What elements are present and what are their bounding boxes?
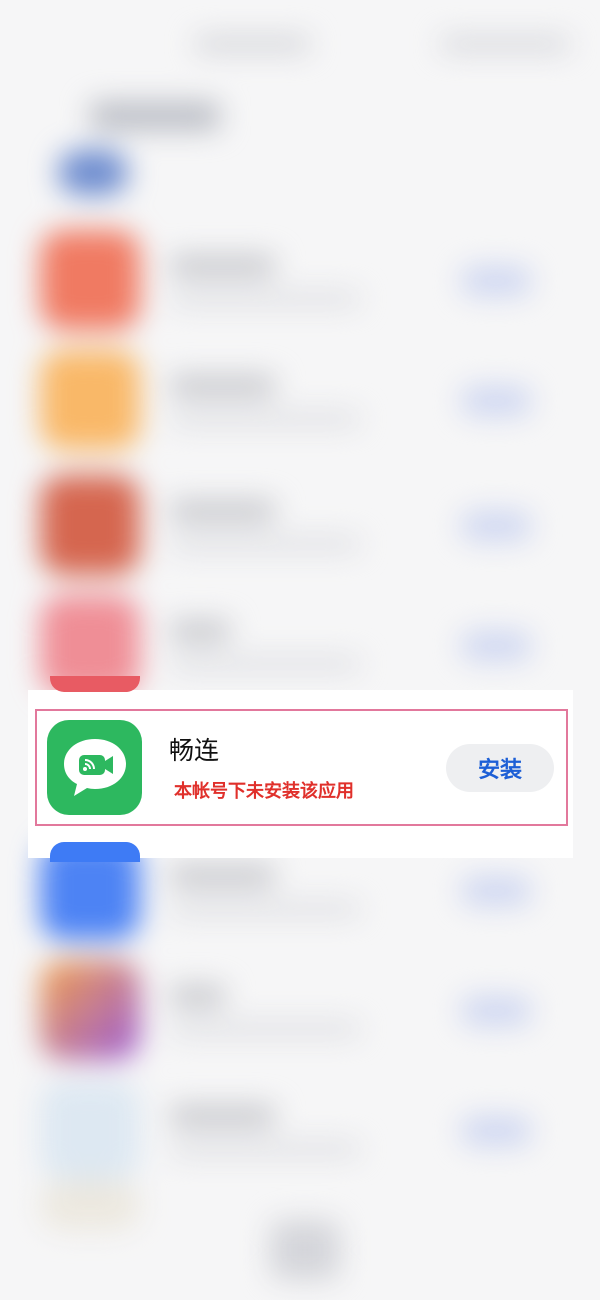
blurred-install-button (460, 511, 532, 541)
blurred-app-desc (170, 292, 360, 306)
blurred-list-item (0, 475, 600, 585)
app-list-screen: 畅连 本帐号下未安装该应用 安装 (0, 0, 600, 1300)
blurred-app-desc (170, 537, 360, 551)
blurred-install-button (460, 876, 532, 906)
blurred-top-tab (440, 36, 570, 52)
blurred-list-item (0, 1080, 600, 1190)
blurred-app-name (170, 621, 230, 641)
blurred-app-icon (40, 1180, 140, 1230)
blurred-app-icon (40, 475, 140, 575)
blurred-app-icon (40, 960, 140, 1060)
blurred-list-item (0, 350, 600, 460)
app-name: 畅连 (169, 736, 220, 765)
blurred-app-name (170, 256, 275, 276)
blurred-app-name (170, 866, 275, 886)
blurred-background (0, 0, 600, 1300)
blurred-install-button (460, 1116, 532, 1146)
blurred-list-item (0, 960, 600, 1070)
blurred-app-name (170, 986, 225, 1006)
blurred-app-icon (58, 150, 128, 195)
blurred-install-button (460, 631, 532, 661)
blurred-app-name (170, 376, 275, 396)
blurred-top-tab (195, 36, 310, 52)
blurred-app-desc (170, 412, 360, 426)
blurred-list-item (0, 230, 600, 340)
install-button[interactable]: 安装 (446, 744, 554, 792)
blurred-app-desc (170, 1142, 360, 1156)
blurred-install-button (460, 266, 532, 296)
blurred-install-button (460, 996, 532, 1026)
blurred-app-desc (170, 1022, 360, 1036)
blurred-bottom-control (270, 1220, 340, 1280)
blurred-app-icon (40, 1080, 140, 1180)
blurred-app-icon (40, 230, 140, 330)
blurred-app-desc (170, 657, 360, 671)
highlighted-app-row[interactable]: 畅连 本帐号下未安装该应用 安装 (35, 709, 568, 826)
blurred-app-name (170, 1106, 275, 1126)
adjacent-app-icon-edge (50, 676, 140, 692)
blurred-app-name (170, 501, 275, 521)
blurred-app-icon (40, 350, 140, 450)
video-chat-icon[interactable] (47, 720, 142, 815)
blurred-install-button (460, 386, 532, 416)
blurred-app-desc (170, 902, 360, 916)
install-status-note: 本帐号下未安装该应用 (174, 781, 354, 802)
adjacent-app-icon-edge (50, 842, 140, 862)
blurred-page-title (90, 102, 220, 130)
video-chat-icon-glyph (63, 738, 126, 796)
